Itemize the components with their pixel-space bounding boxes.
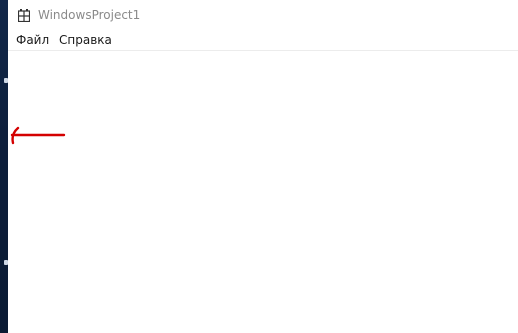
app-window: WindowsProject1 Файл Справка xyxy=(8,0,518,333)
menu-file[interactable]: Файл xyxy=(15,33,50,48)
left-arrow-icon xyxy=(10,126,66,145)
menu-help[interactable]: Справка xyxy=(58,33,113,48)
title-bar[interactable]: WindowsProject1 xyxy=(8,0,518,31)
desktop-background-strip xyxy=(0,0,8,333)
client-area[interactable] xyxy=(8,51,518,333)
window-title: WindowsProject1 xyxy=(38,8,141,22)
app-grid-icon xyxy=(18,9,30,22)
menu-bar: Файл Справка xyxy=(8,31,518,51)
